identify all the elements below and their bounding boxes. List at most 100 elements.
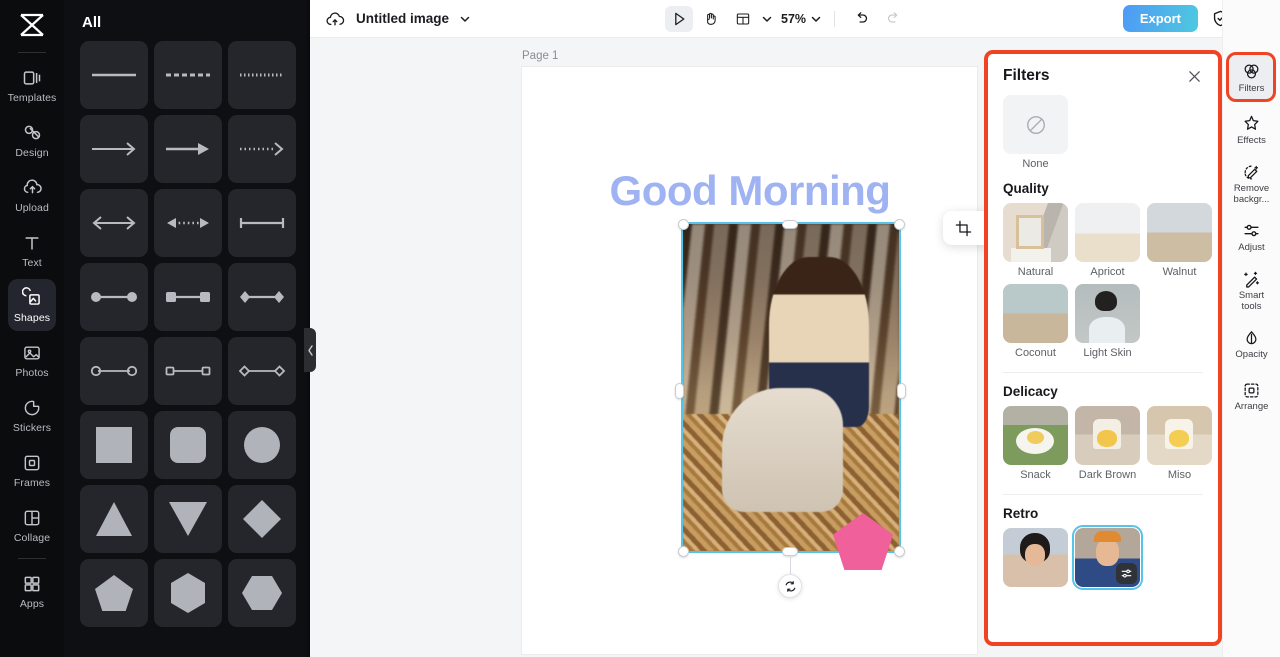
selected-photo-object[interactable] — [681, 222, 901, 553]
shape-dotted-line[interactable] — [228, 41, 296, 109]
filter-item-coconut[interactable]: Coconut — [1003, 284, 1068, 359]
filters-panel-header: Filters — [988, 54, 1218, 89]
sidebar-item-design[interactable]: Design — [8, 114, 56, 166]
panel-collapse-handle[interactable] — [304, 328, 316, 372]
filter-label: None — [1022, 158, 1049, 170]
shape-pentagon[interactable] — [80, 559, 148, 627]
sidebar-item-upload[interactable]: Upload — [8, 169, 56, 221]
shape-rounded-square[interactable] — [154, 411, 222, 479]
canvas-page[interactable]: Good Morning — [522, 67, 1176, 654]
right-tool-label: Remove backgr... — [1233, 183, 1270, 205]
right-tool-effects[interactable]: Effects — [1229, 107, 1275, 153]
shape-bar-ended-line[interactable] — [228, 189, 296, 257]
filter-item-apricot[interactable]: Apricot — [1075, 203, 1140, 278]
filter-thumbnail — [1003, 406, 1068, 465]
shape-square-ended-line-filled[interactable] — [154, 263, 222, 331]
sidebar-label: Upload — [15, 201, 49, 214]
filters-panel-title: Filters — [1003, 67, 1050, 84]
filter-item-natural[interactable]: Natural — [1003, 203, 1068, 278]
export-button[interactable]: Export — [1122, 5, 1198, 32]
layout-tool-button[interactable] — [729, 6, 757, 32]
close-icon[interactable] — [1185, 67, 1203, 85]
selection-handle-bottom-left[interactable] — [677, 545, 689, 557]
right-tool-label: Opacity — [1235, 349, 1268, 361]
filter-item-walnut[interactable]: Walnut — [1147, 203, 1212, 278]
headline-text[interactable]: Good Morning — [570, 167, 930, 215]
rotate-button[interactable] — [778, 574, 802, 598]
shape-circle[interactable] — [228, 411, 296, 479]
filter-item-retro-2-selected[interactable] — [1072, 525, 1143, 590]
filters-panel-body[interactable]: None Quality Natural Apricot Walnut Coco… — [988, 89, 1218, 634]
right-tool-remove-background[interactable]: Remove backgr... — [1229, 159, 1275, 208]
sidebar-item-collage[interactable]: Collage — [8, 499, 56, 551]
capcut-logo-icon[interactable] — [14, 8, 50, 42]
right-tool-label: Effects — [1237, 134, 1266, 146]
right-tool-filters[interactable]: Filters — [1228, 55, 1275, 101]
shape-diamond[interactable] — [228, 485, 296, 553]
cloud-upload-icon[interactable] — [324, 8, 346, 30]
adjust-sliders-icon — [1242, 221, 1262, 241]
shape-diamond-ended-line-filled[interactable] — [228, 263, 296, 331]
shape-dotted-arrow-right[interactable] — [228, 115, 296, 183]
selection-handle-top-left[interactable] — [677, 218, 689, 230]
filters-icon — [1242, 62, 1262, 82]
shape-square[interactable] — [80, 411, 148, 479]
crop-icon[interactable] — [952, 216, 976, 240]
filter-item-snack[interactable]: Snack — [1003, 406, 1068, 481]
photos-icon — [21, 342, 43, 364]
zoom-level-label: 57% — [781, 11, 807, 26]
selection-handle-top-center[interactable] — [782, 219, 798, 229]
document-title[interactable]: Untitled image — [356, 11, 449, 26]
select-tool-button[interactable] — [665, 5, 693, 32]
layout-chevron-down-icon[interactable] — [761, 13, 773, 25]
redo-button[interactable] — [879, 6, 907, 32]
filter-grid-delicacy: Snack Dark Brown Miso — [1003, 406, 1212, 481]
shape-double-arrow[interactable] — [80, 189, 148, 257]
design-icon — [21, 122, 43, 144]
right-tool-adjust[interactable]: Adjust — [1229, 214, 1275, 260]
shape-solid-arrow-right[interactable] — [154, 115, 222, 183]
sidebar-item-templates[interactable]: Templates — [8, 59, 56, 111]
undo-button[interactable] — [847, 6, 875, 32]
shape-hexagon-vertical[interactable] — [154, 559, 222, 627]
zoom-chevron-down-icon[interactable] — [810, 13, 822, 25]
shape-triangle-up[interactable] — [80, 485, 148, 553]
shape-dashed-line[interactable] — [154, 41, 222, 109]
selection-handle-bottom-right[interactable] — [893, 545, 905, 557]
sidebar-label: Collage — [13, 531, 51, 544]
sidebar-item-stickers[interactable]: Stickers — [8, 389, 56, 441]
shape-diamond-ended-line-hollow[interactable] — [228, 337, 296, 405]
sidebar-item-shapes[interactable]: Shapes — [8, 279, 56, 331]
shape-thin-arrow-right[interactable] — [80, 115, 148, 183]
hand-tool-button[interactable] — [697, 6, 725, 32]
filter-item-miso[interactable]: Miso — [1147, 406, 1212, 481]
shape-circle-ended-line-hollow[interactable] — [80, 337, 148, 405]
right-tool-opacity[interactable]: Opacity — [1229, 322, 1275, 368]
right-tool-smart-tools[interactable]: Smart tools — [1229, 266, 1275, 315]
sidebar-item-apps[interactable]: Apps — [8, 565, 56, 617]
sidebar-item-photos[interactable]: Photos — [8, 334, 56, 386]
sidebar-item-frames[interactable]: Frames — [8, 444, 56, 496]
selection-handle-mid-left[interactable] — [675, 382, 684, 399]
filter-adjust-icon[interactable] — [1116, 563, 1137, 584]
right-tool-arrange[interactable]: Arrange — [1229, 374, 1275, 420]
filter-item-dark-brown[interactable]: Dark Brown — [1075, 406, 1140, 481]
shape-square-ended-line-hollow[interactable] — [154, 337, 222, 405]
shape-circle-ended-line-filled[interactable] — [80, 263, 148, 331]
filter-grid-quality: Natural Apricot Walnut Coconut Light Ski… — [1003, 203, 1212, 359]
chevron-down-icon[interactable] — [459, 13, 471, 25]
selection-handle-top-right[interactable] — [893, 218, 905, 230]
selection-handle-mid-right[interactable] — [897, 382, 906, 399]
filter-label: Snack — [1020, 469, 1051, 481]
shape-hexagon-horizontal[interactable] — [228, 559, 296, 627]
shape-solid-line[interactable] — [80, 41, 148, 109]
filter-item-none[interactable]: None — [1003, 95, 1068, 170]
text-icon — [21, 232, 43, 254]
filter-label: Apricot — [1090, 266, 1125, 278]
filter-item-light-skin[interactable]: Light Skin — [1075, 284, 1140, 359]
arrange-icon — [1242, 380, 1262, 400]
filter-item-retro-1[interactable] — [1003, 528, 1068, 587]
shape-dotted-double-arrow[interactable] — [154, 189, 222, 257]
sidebar-item-text[interactable]: Text — [8, 224, 56, 276]
shape-triangle-down[interactable] — [154, 485, 222, 553]
